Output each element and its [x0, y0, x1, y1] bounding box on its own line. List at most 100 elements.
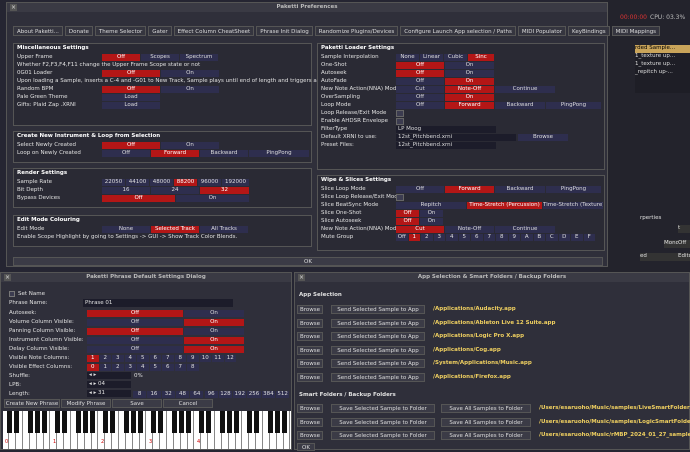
bypass-off[interactable]: Off [102, 194, 175, 202]
g01-on[interactable]: On [161, 69, 219, 77]
mute-option-button[interactable]: 5 [458, 234, 470, 241]
browse-button[interactable]: Browse [297, 404, 323, 413]
tab-launch-app[interactable]: Configure Launch App selection / Paths [400, 26, 516, 36]
so-off[interactable]: Off [396, 209, 419, 217]
loop-pingpong[interactable]: PingPong [249, 149, 309, 157]
st-field[interactable]: t [678, 225, 690, 233]
length-preset-button[interactable]: 128 [218, 390, 233, 398]
option-off-button[interactable]: Off [87, 309, 183, 317]
xrni-field[interactable]: 12st_Pitchbend.xrni [396, 133, 516, 141]
close-icon[interactable]: × [298, 274, 305, 281]
piano-black-key[interactable] [41, 411, 47, 433]
mute-option-button[interactable]: Off [396, 234, 408, 241]
tab-phrase-init[interactable]: Phrase Init Dialog [256, 26, 313, 36]
piano-black-key[interactable] [185, 411, 191, 433]
save-all-button[interactable]: Save All Samples to Folder [441, 417, 531, 427]
option-on-button[interactable]: On [184, 336, 244, 344]
mute-option-button[interactable]: 1 [408, 234, 420, 241]
mute-option-button[interactable]: 9 [508, 234, 520, 241]
piano-black-key[interactable] [7, 411, 13, 433]
piano-black-key[interactable] [247, 411, 253, 433]
close-icon[interactable]: × [4, 274, 11, 281]
shuffle-slider[interactable]: ◂ ▸ [87, 372, 131, 379]
autoseek-off[interactable]: Off [396, 69, 444, 77]
note-column-button[interactable]: 3 [112, 354, 124, 362]
send-to-app-button[interactable]: Send Selected Sample to App [331, 318, 425, 328]
piano-black-key[interactable] [199, 411, 205, 433]
piano-keyboard[interactable]: 0 1 2 3 4 [3, 411, 291, 449]
bit-16[interactable]: 16 [102, 186, 150, 194]
autoseek-on[interactable]: On [445, 69, 494, 77]
uf-scopes[interactable]: Scopes [141, 53, 179, 61]
option-on-button[interactable]: On [184, 327, 244, 335]
piano-black-key[interactable] [254, 411, 260, 433]
mute-option-button[interactable]: B [533, 234, 545, 241]
lm-pingpong[interactable]: PingPong [546, 101, 601, 109]
piano-black-key[interactable] [233, 411, 239, 433]
piano-black-key[interactable] [172, 411, 177, 433]
sample-list[interactable]: rded Sample... 1_texture up... 1_texture… [635, 45, 690, 93]
send-to-app-button[interactable]: Send Selected Sample to App [331, 345, 425, 355]
rbpm-off[interactable]: Off [102, 85, 160, 93]
oneshot-on[interactable]: On [445, 61, 494, 69]
sl-backward[interactable]: Backward [495, 185, 545, 193]
length-preset-button[interactable]: 48 [175, 390, 190, 398]
send-to-app-button[interactable]: Send Selected Sample to App [331, 372, 425, 382]
piano-black-key[interactable] [89, 411, 95, 433]
note-column-button[interactable]: 5 [137, 354, 149, 362]
piano-black-key[interactable] [274, 411, 280, 433]
sa-on[interactable]: On [420, 217, 443, 225]
lm-forward[interactable]: Forward [445, 101, 494, 109]
edit-selected-track[interactable]: Selected Track [151, 225, 199, 233]
save-all-button[interactable]: Save All Samples to Folder [441, 431, 531, 440]
autofade-off[interactable]: Off [396, 77, 444, 85]
piano-black-key[interactable] [130, 411, 136, 433]
note-column-button[interactable]: 2 [99, 354, 111, 362]
piano-black-key[interactable] [14, 411, 20, 433]
note-column-button[interactable]: 9 [187, 354, 199, 362]
nna-continue[interactable]: Continue [495, 85, 555, 93]
piano-black-key[interactable] [137, 411, 143, 433]
fx-column-button[interactable]: 7 [174, 363, 186, 371]
edit-none[interactable]: None [102, 225, 150, 233]
nna-noteoff[interactable]: Note-Off [445, 85, 494, 93]
bit-24[interactable]: 24 [151, 186, 199, 194]
interp-linear[interactable]: Linear [420, 53, 443, 61]
tab-randomize[interactable]: Randomize Plugins/Devices [314, 26, 399, 36]
tab-keybindings[interactable]: KeyBindings [567, 26, 610, 36]
option-off-button[interactable]: Off [87, 327, 183, 335]
piano-black-key[interactable] [124, 411, 129, 433]
save-selected-button[interactable]: Save Selected Sample to Folder [331, 404, 435, 413]
length-preset-button[interactable]: 256 [247, 390, 261, 398]
oneshot-off[interactable]: Off [396, 61, 444, 69]
send-to-app-button[interactable]: Send Selected Sample to App [331, 332, 425, 341]
mute-option-button[interactable]: E [571, 234, 583, 241]
filter-dropdown[interactable]: LP Moog [396, 125, 496, 133]
length-preset-button[interactable]: 96 [204, 390, 218, 398]
rbpm-on[interactable]: On [161, 85, 219, 93]
mute-option-button[interactable]: A [521, 234, 533, 241]
pale-green-load[interactable]: Load [102, 93, 160, 101]
length-preset-button[interactable]: 512 [276, 390, 290, 398]
tab-gater[interactable]: Gater [148, 26, 172, 36]
preset-dropdown[interactable]: 12st_Pitchbend.xrni [396, 141, 496, 149]
tab-donate[interactable]: Donate [64, 26, 93, 36]
mute-option-button[interactable]: 6 [471, 234, 483, 241]
piano-black-key[interactable] [220, 411, 225, 433]
snna-continue[interactable]: Continue [495, 225, 555, 233]
set-name-checkbox[interactable] [9, 291, 15, 297]
note-column-button[interactable]: 8 [174, 354, 186, 362]
piano-black-key[interactable] [28, 411, 33, 433]
tab-cheatsheet[interactable]: Effect Column CheatSheet [173, 26, 255, 36]
editor-button[interactable]: Editor [678, 253, 690, 261]
os-on[interactable]: On [445, 93, 494, 101]
piano-black-key[interactable] [55, 411, 61, 433]
off-toggle[interactable]: Off [678, 240, 690, 248]
rate-48000[interactable]: 48000 [150, 178, 173, 186]
piano-black-key[interactable] [82, 411, 88, 433]
ok-button[interactable]: OK [13, 257, 603, 266]
length-preset-button[interactable]: 64 [190, 390, 204, 398]
option-off-button[interactable]: Off [87, 318, 183, 326]
interp-none[interactable]: None [396, 53, 419, 61]
browse-button[interactable]: Browse [297, 359, 323, 368]
